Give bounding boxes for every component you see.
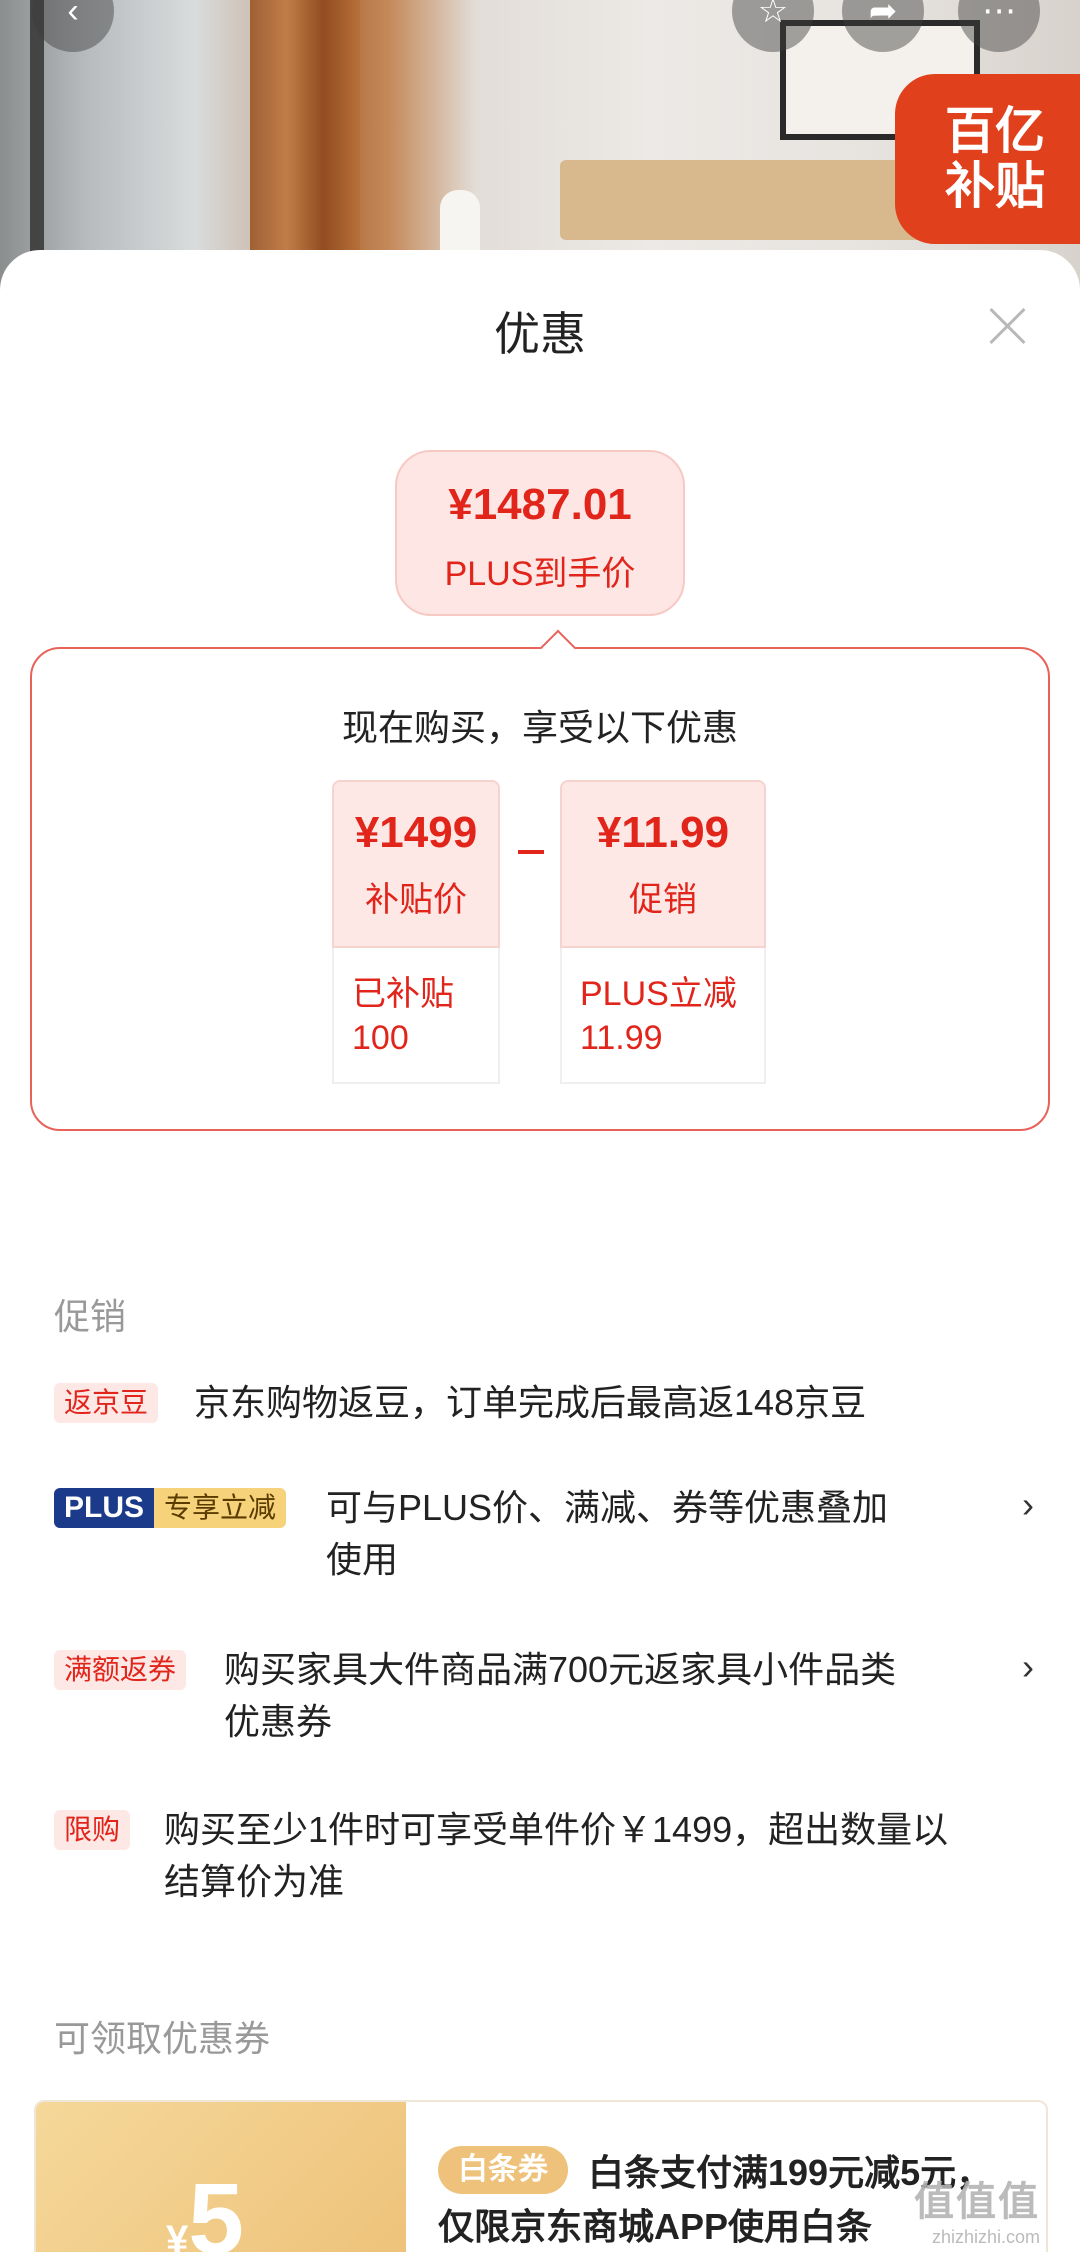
subsidy-price-amount: ¥1499 xyxy=(354,808,478,857)
coupon-currency: ¥ xyxy=(166,2218,189,2252)
promo-coupon-return-l1: 购买家具大件商品满700元返家具小件品类 xyxy=(224,1649,897,1690)
promo-price-amount: ¥11.99 xyxy=(596,808,730,857)
subsidy-note: 已补贴 100 xyxy=(332,948,500,1084)
promotions-title: 促销 xyxy=(54,1296,127,1337)
share-icon: ➦ xyxy=(868,0,898,30)
subsidy-badge: 百亿 补贴 xyxy=(895,74,1080,244)
promo-note-line1: PLUS立减 xyxy=(580,975,737,1013)
promo-plus-text-l2: 使用 xyxy=(326,1539,399,1581)
promo-note-line2: 11.99 xyxy=(580,1019,663,1058)
promo-row-limit: 限购 购买至少1件时可享受单件价￥1499，超出数量以 结算价为准 xyxy=(54,1809,1034,1920)
chevron-right-icon: › xyxy=(1022,1484,1034,1525)
tag-limit: 限购 xyxy=(54,1810,131,1850)
promo-limit-text: 购买至少1件时可享受单件价￥1499，超出数量以 结算价为准 xyxy=(164,1804,1044,1908)
promo-coupon-return-text: 购买家具大件商品满700元返家具小件品类 优惠券 xyxy=(224,1644,1004,1748)
promo-price-card: ¥11.99 促销 xyxy=(560,780,766,948)
tag-plus-exclusive: PLUS 专享立减 xyxy=(54,1488,287,1528)
tag-plus-label: PLUS xyxy=(54,1488,155,1528)
subsidy-price-card-main: ¥1499 补贴价 xyxy=(332,780,500,948)
tag-jingdou: 返京豆 xyxy=(54,1383,159,1423)
coupon-value-panel: ¥5 xyxy=(36,2102,406,2252)
back-button[interactable]: ‹ xyxy=(32,0,114,52)
promo-limit-l2: 结算价为准 xyxy=(164,1861,345,1903)
more-icon: ⋯ xyxy=(982,0,1016,30)
coupon-value: ¥5 xyxy=(166,2162,244,2252)
badge-line1: 百亿 xyxy=(945,103,1045,159)
back-arrow-icon: ‹ xyxy=(67,0,79,30)
star-icon: ☆ xyxy=(757,0,789,30)
price-breakdown: 现在购买，享受以下优惠 xyxy=(30,629,1050,1131)
promo-jingdou-text: 京东购物返豆，订单完成后最高返148京豆 xyxy=(194,1382,867,1423)
subsidy-note-line2: 100 xyxy=(352,1019,409,1058)
coupons-title: 可领取优惠券 xyxy=(54,2018,271,2059)
promo-limit-l1: 购买至少1件时可享受单件价￥1499，超出数量以 xyxy=(164,1809,949,1850)
final-price-label: PLUS到手价 xyxy=(444,555,636,593)
breakdown-notch xyxy=(539,629,577,667)
subsidy-note-line1: 已补贴 xyxy=(352,975,454,1013)
promo-coupon-return-l2: 优惠券 xyxy=(224,1701,333,1743)
chevron-right-icon: › xyxy=(1022,1646,1034,1687)
promo-row-jingdou: 返京豆 京东购物返豆，订单完成后最高返148京豆 xyxy=(54,1382,1034,1443)
badge-line2: 补贴 xyxy=(945,158,1045,214)
watermark: 值值值 zhizhizhi.com xyxy=(914,2169,1040,2248)
tag-exclusive-label: 专享立减 xyxy=(154,1488,287,1528)
promo-plus-text: 可与PLUS价、满减、券等优惠叠加 使用 xyxy=(326,1482,986,1586)
breakdown-title: 现在购买，享受以下优惠 xyxy=(341,707,738,748)
discount-sheet: 优惠 ¥1487.01 PLUS到手价 现在购买，享受以下优惠 xyxy=(0,250,1080,2252)
final-price-card: ¥1487.01 PLUS到手价 xyxy=(395,450,685,616)
promo-row-coupon-return[interactable]: 满额返券 购买家具大件商品满700元返家具小件品类 优惠券 › xyxy=(54,1646,1034,1760)
tag-coupon-return: 满额返券 xyxy=(54,1650,187,1690)
final-price-amount: ¥1487.01 xyxy=(448,480,632,529)
coupon-amount: 5 xyxy=(188,2163,244,2252)
promo-row-plus[interactable]: PLUS 专享立减 可与PLUS价、满减、券等优惠叠加 使用 › xyxy=(54,1484,1034,1598)
minus-sign xyxy=(518,850,544,854)
promo-note: PLUS立减 11.99 xyxy=(560,948,766,1084)
watermark-url: zhizhizhi.com xyxy=(931,2227,1040,2247)
subsidy-price-label: 补贴价 xyxy=(365,881,467,919)
watermark-logo: 值值值 xyxy=(914,2180,1040,2224)
coupon-type-tag: 白条券 xyxy=(438,2146,568,2194)
promo-price-label: 促销 xyxy=(629,881,697,919)
close-icon[interactable] xyxy=(984,302,1032,350)
promo-plus-text-l1: 可与PLUS价、满减、券等优惠叠加 xyxy=(326,1487,889,1528)
sheet-title: 优惠 xyxy=(494,308,586,360)
coupon-card[interactable]: ¥5 白条支付满199元减5元，仅限京东商城APP使用白条 白条券 值值值 zh… xyxy=(34,2100,1048,2252)
